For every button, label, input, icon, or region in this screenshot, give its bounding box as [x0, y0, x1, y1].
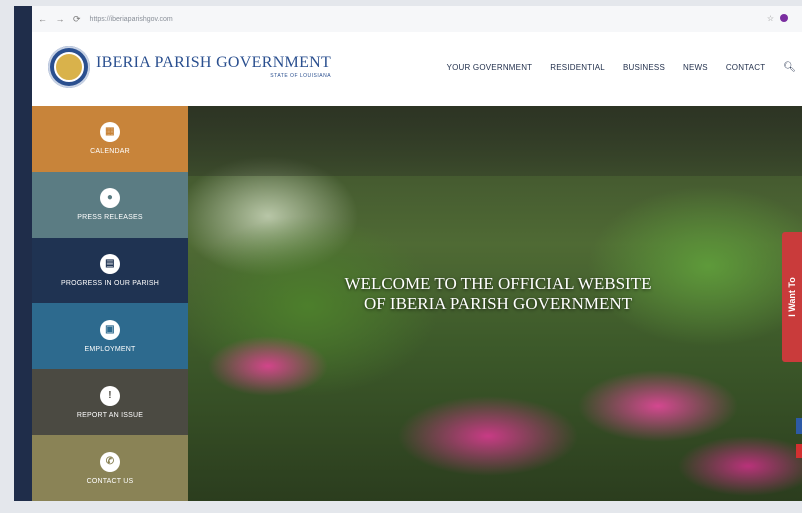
sidebar-item-employment[interactable]: ▣ EMPLOYMENT — [32, 303, 188, 370]
sidebar-item-label: REPORT AN ISSUE — [76, 411, 144, 419]
youtube-icon[interactable] — [796, 444, 802, 458]
nav-your-government[interactable]: YOUR GOVERNMENT — [447, 63, 533, 72]
nav-contact[interactable]: CONTACT — [726, 63, 765, 72]
quick-links-sidebar: ▦ CALENDAR ● PRESS RELEASES ▤ PROGRESS I… — [32, 106, 188, 501]
hero-canopy — [188, 106, 802, 176]
browser-nav-icons[interactable]: ← → ⟳ — [38, 14, 84, 25]
sidebar-item-label: CALENDAR — [90, 148, 130, 156]
sidebar-item-label: PROGRESS IN OUR PARISH — [60, 280, 159, 288]
seal-center — [54, 52, 84, 82]
sidebar-item-calendar[interactable]: ▦ CALENDAR — [32, 106, 188, 172]
hero-image: WELCOME TO THE OFFICIAL WEBSITE OF IBERI… — [188, 106, 802, 501]
nav-news[interactable]: NEWS — [683, 63, 708, 72]
sidebar-item-contact-us[interactable]: ✆ CONTACT US — [32, 435, 188, 501]
facebook-icon[interactable] — [796, 418, 802, 434]
address-bar[interactable]: https://iberiaparishgov.com — [90, 16, 173, 23]
sidebar-item-label: EMPLOYMENT — [84, 345, 136, 353]
site-title: IBERIA PARISH GOVERNMENT — [96, 54, 332, 71]
search-icon[interactable]: 🔍︎ — [783, 62, 796, 73]
site-header: IBERIA PARISH GOVERNMENT STATE OF LOUISI… — [32, 32, 802, 106]
calendar-icon: ▦ — [100, 122, 120, 143]
browser-window: ← → ⟳ https://iberiaparishgov.com ☆ IBER… — [14, 6, 802, 501]
star-icon[interactable]: ☆ — [767, 14, 774, 23]
phone-icon: ✆ — [100, 451, 120, 472]
sidebar-item-label: PRESS RELEASES — [77, 214, 143, 222]
sidebar-item-progress[interactable]: ▤ PROGRESS IN OUR PARISH — [32, 237, 188, 304]
i-want-to-tab[interactable]: I Want To — [782, 232, 802, 362]
chat-icon: ● — [100, 188, 120, 209]
browser-toolbar: ← → ⟳ https://iberiaparishgov.com ☆ — [32, 6, 802, 33]
sidebar-item-label: CONTACT US — [86, 477, 134, 485]
site-brand[interactable]: IBERIA PARISH GOVERNMENT STATE OF LOUISI… — [96, 54, 331, 79]
site-subtitle: STATE OF LOUISIANA — [270, 73, 332, 79]
sidebar-item-report-issue[interactable]: ! REPORT AN ISSUE — [32, 369, 188, 436]
parish-seal-logo[interactable] — [48, 46, 90, 88]
briefcase-icon: ▣ — [100, 319, 120, 340]
nav-residential[interactable]: RESIDENTIAL — [550, 63, 605, 72]
document-icon: ▤ — [100, 254, 120, 275]
hero-welcome-text: WELCOME TO THE OFFICIAL WEBSITE OF IBERI… — [344, 274, 652, 313]
profile-icon[interactable] — [780, 14, 788, 22]
i-want-to-label: I Want To — [787, 277, 797, 317]
main-nav: YOUR GOVERNMENT RESIDENTIAL BUSINESS NEW… — [447, 62, 796, 73]
nav-business[interactable]: BUSINESS — [623, 63, 665, 72]
exclamation-icon: ! — [100, 385, 120, 406]
browser-actions: ☆ — [767, 14, 788, 23]
sidebar-item-press-releases[interactable]: ● PRESS RELEASES — [32, 171, 188, 238]
